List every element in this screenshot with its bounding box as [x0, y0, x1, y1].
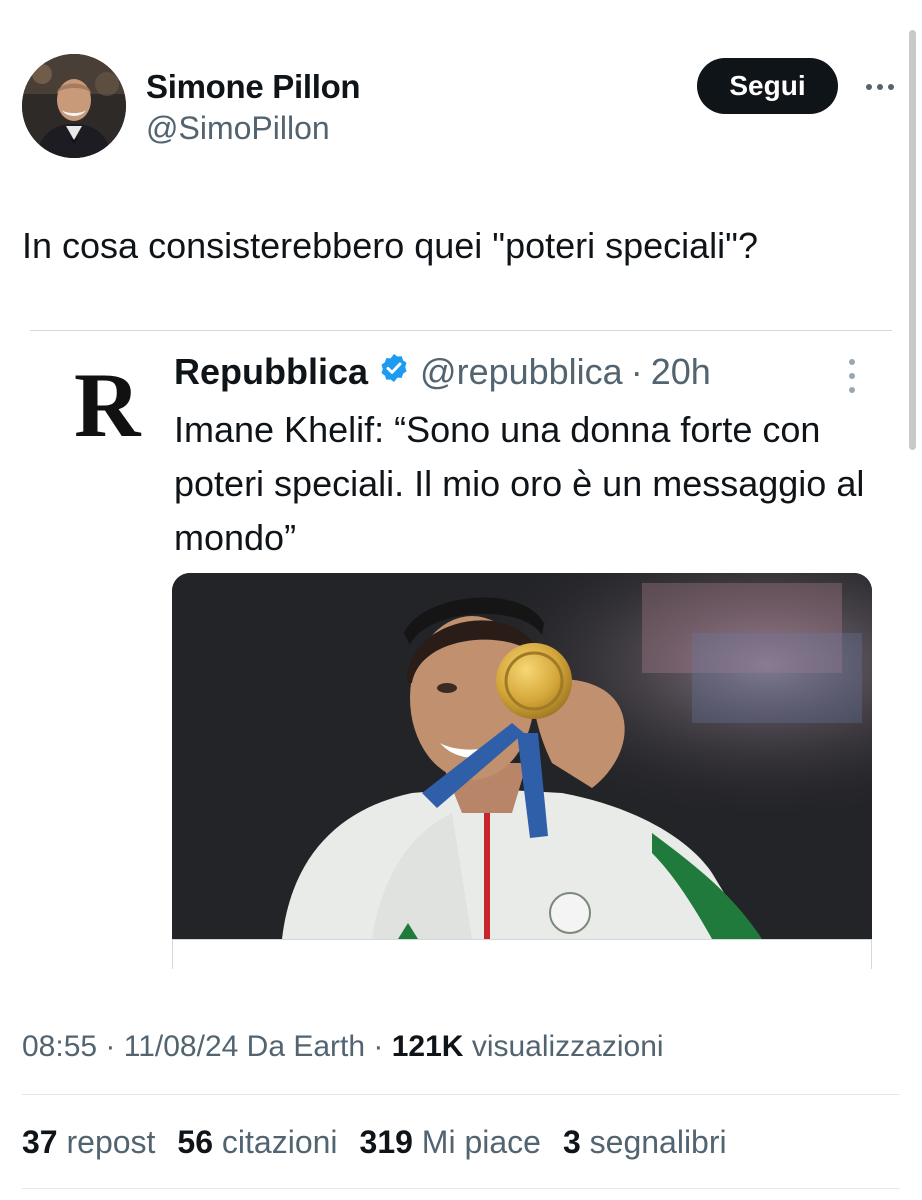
tweet-stats: 37 repost 56 citazioni 319 Mi piace 3 se…: [22, 1124, 727, 1161]
more-horizontal-icon[interactable]: [858, 72, 902, 102]
quote-card-left-border: [172, 939, 173, 969]
tweet-date[interactable]: 11/08/24: [124, 1030, 239, 1063]
bookmarks-stat[interactable]: 3 segnalibri: [563, 1124, 727, 1161]
divider: [22, 1094, 900, 1095]
reposts-count: 37: [22, 1124, 58, 1160]
bookmarks-count: 3: [562, 1124, 581, 1160]
tweet-meta: 08:55 · 11/08/24 Da Earth · 121K visuali…: [22, 1030, 664, 1064]
quote-card-right-border: [871, 939, 872, 969]
views-label: visualizzazioni: [471, 1030, 664, 1063]
quoted-tweet-photo[interactable]: [172, 573, 872, 939]
separator-dot: ·: [373, 1030, 384, 1063]
bookmarks-label: segnalibri: [589, 1124, 727, 1160]
views-count: 121K: [391, 1030, 464, 1063]
dot: [849, 373, 855, 379]
author-display-name[interactable]: Simone Pillon: [146, 68, 361, 106]
author-handle[interactable]: @SimoPillon: [146, 110, 330, 147]
tweet-time[interactable]: 08:55: [22, 1030, 97, 1063]
dot: [849, 387, 855, 393]
dot: [866, 84, 872, 90]
scrollbar[interactable]: [909, 30, 916, 450]
likes-count: 319: [359, 1124, 413, 1160]
likes-label: Mi piace: [421, 1124, 541, 1160]
divider: [22, 1188, 900, 1189]
verified-badge-icon: [378, 351, 410, 393]
reposts-label: repost: [66, 1124, 156, 1160]
quoted-tweet-card[interactable]: R Repubblica @repubblica · 20h Imane Khe…: [30, 331, 892, 971]
dot: [888, 84, 894, 90]
avatar[interactable]: [22, 54, 126, 158]
quoted-tweet-text: Imane Khelif: “Sono una donna forte con …: [174, 409, 865, 558]
tweet-source: Da Earth: [246, 1030, 366, 1063]
quoted-tweet-header: Repubblica @repubblica · 20h: [174, 351, 711, 393]
repubblica-logo: R: [74, 354, 141, 456]
separator-dot: ·: [105, 1030, 116, 1063]
quoted-author-handle[interactable]: @repubblica: [420, 351, 623, 393]
quote-photo-bottom-border: [172, 939, 872, 940]
quotes-stat[interactable]: 56 citazioni: [177, 1124, 337, 1161]
reposts-stat[interactable]: 37 repost: [22, 1124, 155, 1161]
dot: [849, 359, 855, 365]
likes-stat[interactable]: 319 Mi piace: [360, 1124, 541, 1161]
tweet-text: In cosa consisterebbero quei "poteri spe…: [22, 225, 758, 266]
quotes-label: citazioni: [221, 1124, 338, 1160]
quotes-count: 56: [177, 1124, 214, 1160]
more-vertical-icon[interactable]: [848, 359, 856, 393]
separator-dot: ·: [630, 351, 643, 392]
follow-button[interactable]: Segui: [697, 58, 838, 114]
quoted-author-name[interactable]: Repubblica: [174, 351, 368, 393]
dot: [877, 84, 883, 90]
quoted-tweet-time[interactable]: 20h: [651, 351, 711, 393]
